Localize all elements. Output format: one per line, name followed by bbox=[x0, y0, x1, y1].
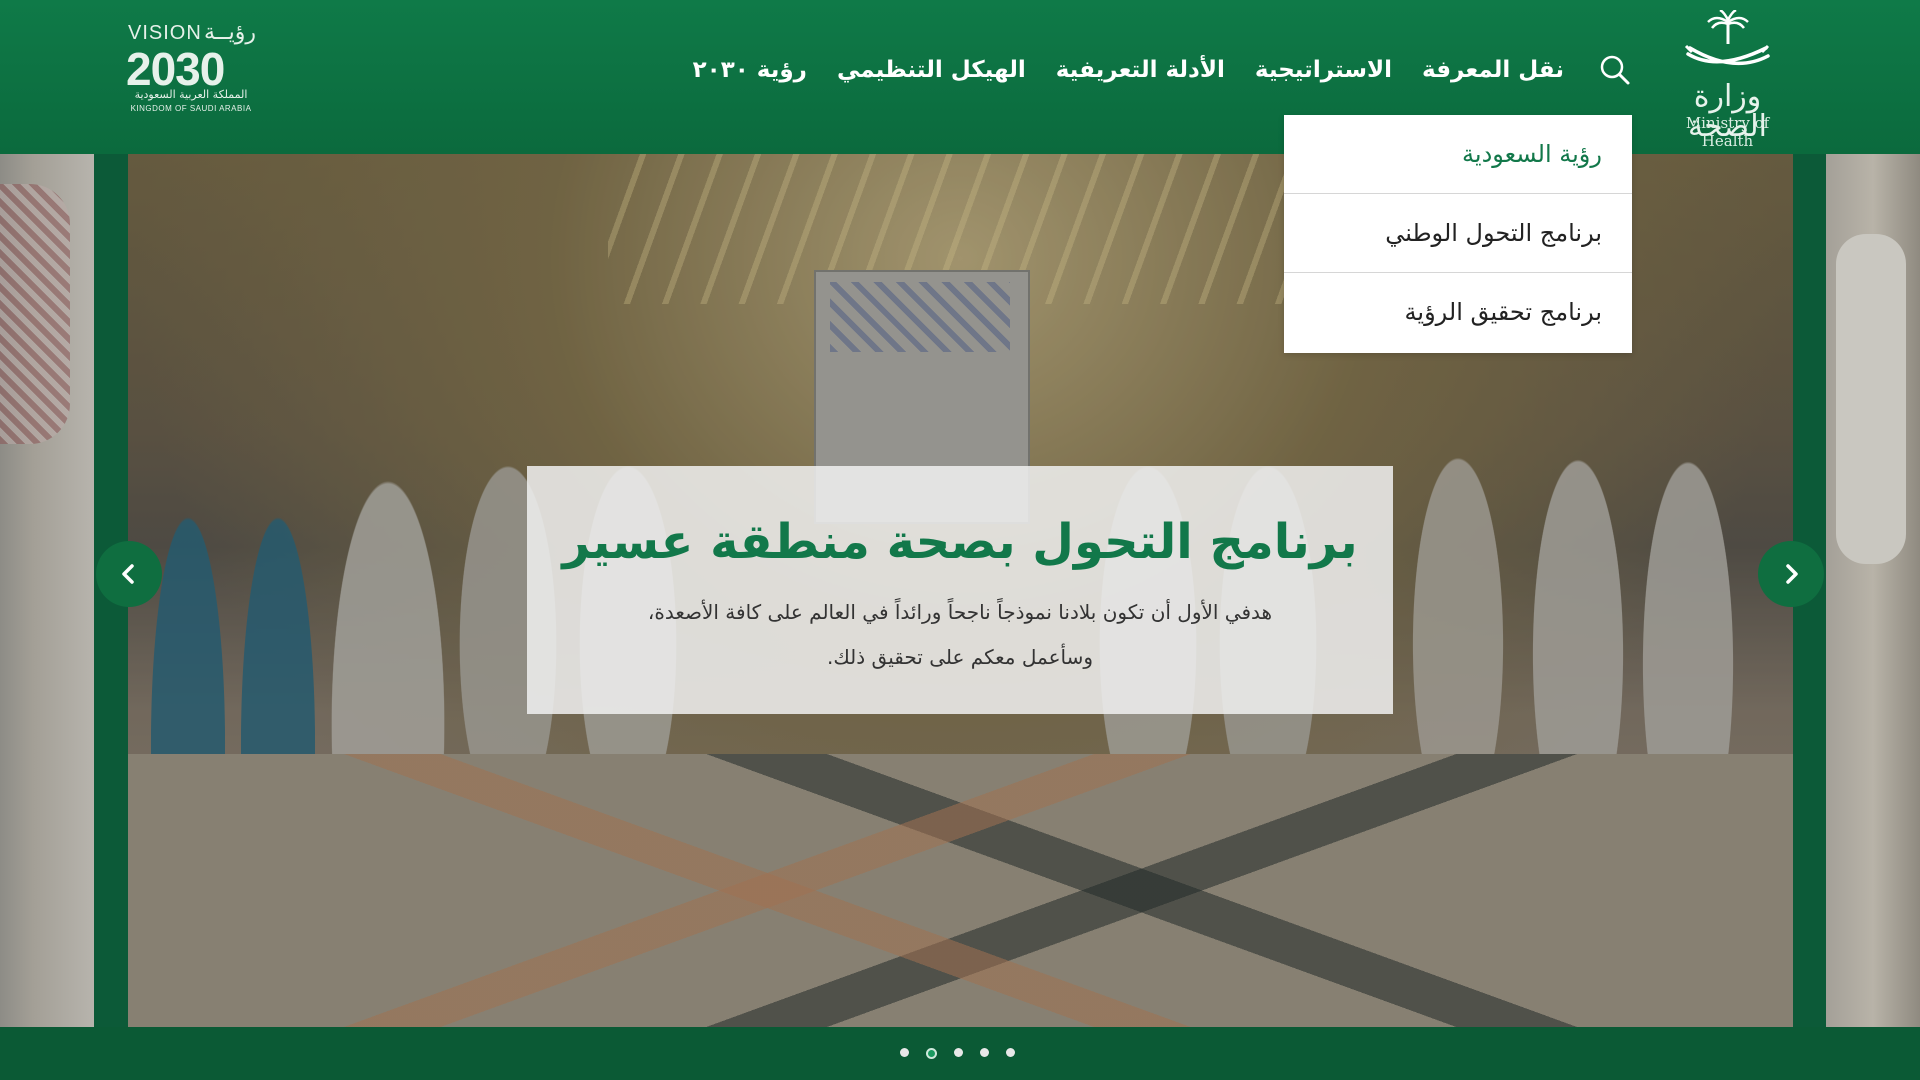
search-icon[interactable] bbox=[1598, 53, 1632, 87]
nav-item-guides[interactable]: الأدلة التعريفية bbox=[1056, 57, 1225, 83]
next-slide-peek bbox=[1826, 154, 1920, 1027]
slider-dot-active[interactable] bbox=[926, 1048, 937, 1059]
slide-caption: برنامج التحول بصحة منطقة عسير هدفي الأول… bbox=[527, 466, 1393, 714]
next-slide-button[interactable] bbox=[1758, 541, 1824, 607]
main-nav: رؤية ٢٠٣٠ الهيكل التنظيمي الأدلة التعريف… bbox=[693, 50, 1632, 90]
dropdown-item-vision-realization[interactable]: برنامج تحقيق الرؤية bbox=[1284, 273, 1632, 351]
slide-text: هدفي الأول أن تكون بلادنا نموذجاً ناجحاً… bbox=[647, 600, 1273, 669]
chevron-left-icon bbox=[122, 564, 134, 584]
dropdown-item-national-transformation[interactable]: برنامج التحول الوطني bbox=[1284, 194, 1632, 273]
ministry-of-health-logo[interactable]: وزارة الصحة Ministry of Health bbox=[1660, 10, 1795, 150]
nav-item-strategy[interactable]: الاستراتيجية bbox=[1255, 57, 1392, 83]
site-header: VISION رؤيــة 2030 المملكة العربية السعو… bbox=[0, 0, 1920, 154]
slide-title: برنامج التحول بصحة منطقة عسير bbox=[562, 514, 1358, 570]
chevron-right-icon bbox=[1786, 564, 1798, 584]
nav-item-knowledge-transfer[interactable]: نقل المعرفة bbox=[1422, 57, 1564, 83]
dropdown-item-saudi-vision[interactable]: رؤية السعودية bbox=[1284, 115, 1632, 194]
slider-dot[interactable] bbox=[1006, 1048, 1015, 1057]
nav-item-org-structure[interactable]: الهيكل التنظيمي bbox=[837, 57, 1026, 83]
vision-dropdown-menu: رؤية السعودية برنامج التحول الوطني برنام… bbox=[1284, 115, 1632, 353]
moh-name-en: Ministry of Health bbox=[1685, 114, 1770, 150]
slider-pagination bbox=[900, 1048, 1015, 1059]
prev-slide-peek bbox=[0, 154, 94, 1027]
prev-slide-button[interactable] bbox=[96, 541, 162, 607]
vision-2030-logo[interactable]: VISION رؤيــة 2030 المملكة العربية السعو… bbox=[126, 20, 258, 114]
vision-kingdom-ar: المملكة العربية السعودية bbox=[134, 88, 248, 101]
nav-item-vision-2030[interactable]: رؤية ٢٠٣٠ bbox=[693, 57, 807, 83]
slider-dot[interactable] bbox=[980, 1048, 989, 1057]
palm-swords-icon bbox=[1684, 10, 1770, 66]
slider-dot[interactable] bbox=[954, 1048, 963, 1057]
slider-dot[interactable] bbox=[900, 1048, 909, 1057]
hero-slider: برنامج التحول بصحة منطقة عسير هدفي الأول… bbox=[0, 154, 1920, 1027]
vision-kingdom-en: KINGDOM OF SAUDI ARABIA bbox=[130, 104, 252, 113]
